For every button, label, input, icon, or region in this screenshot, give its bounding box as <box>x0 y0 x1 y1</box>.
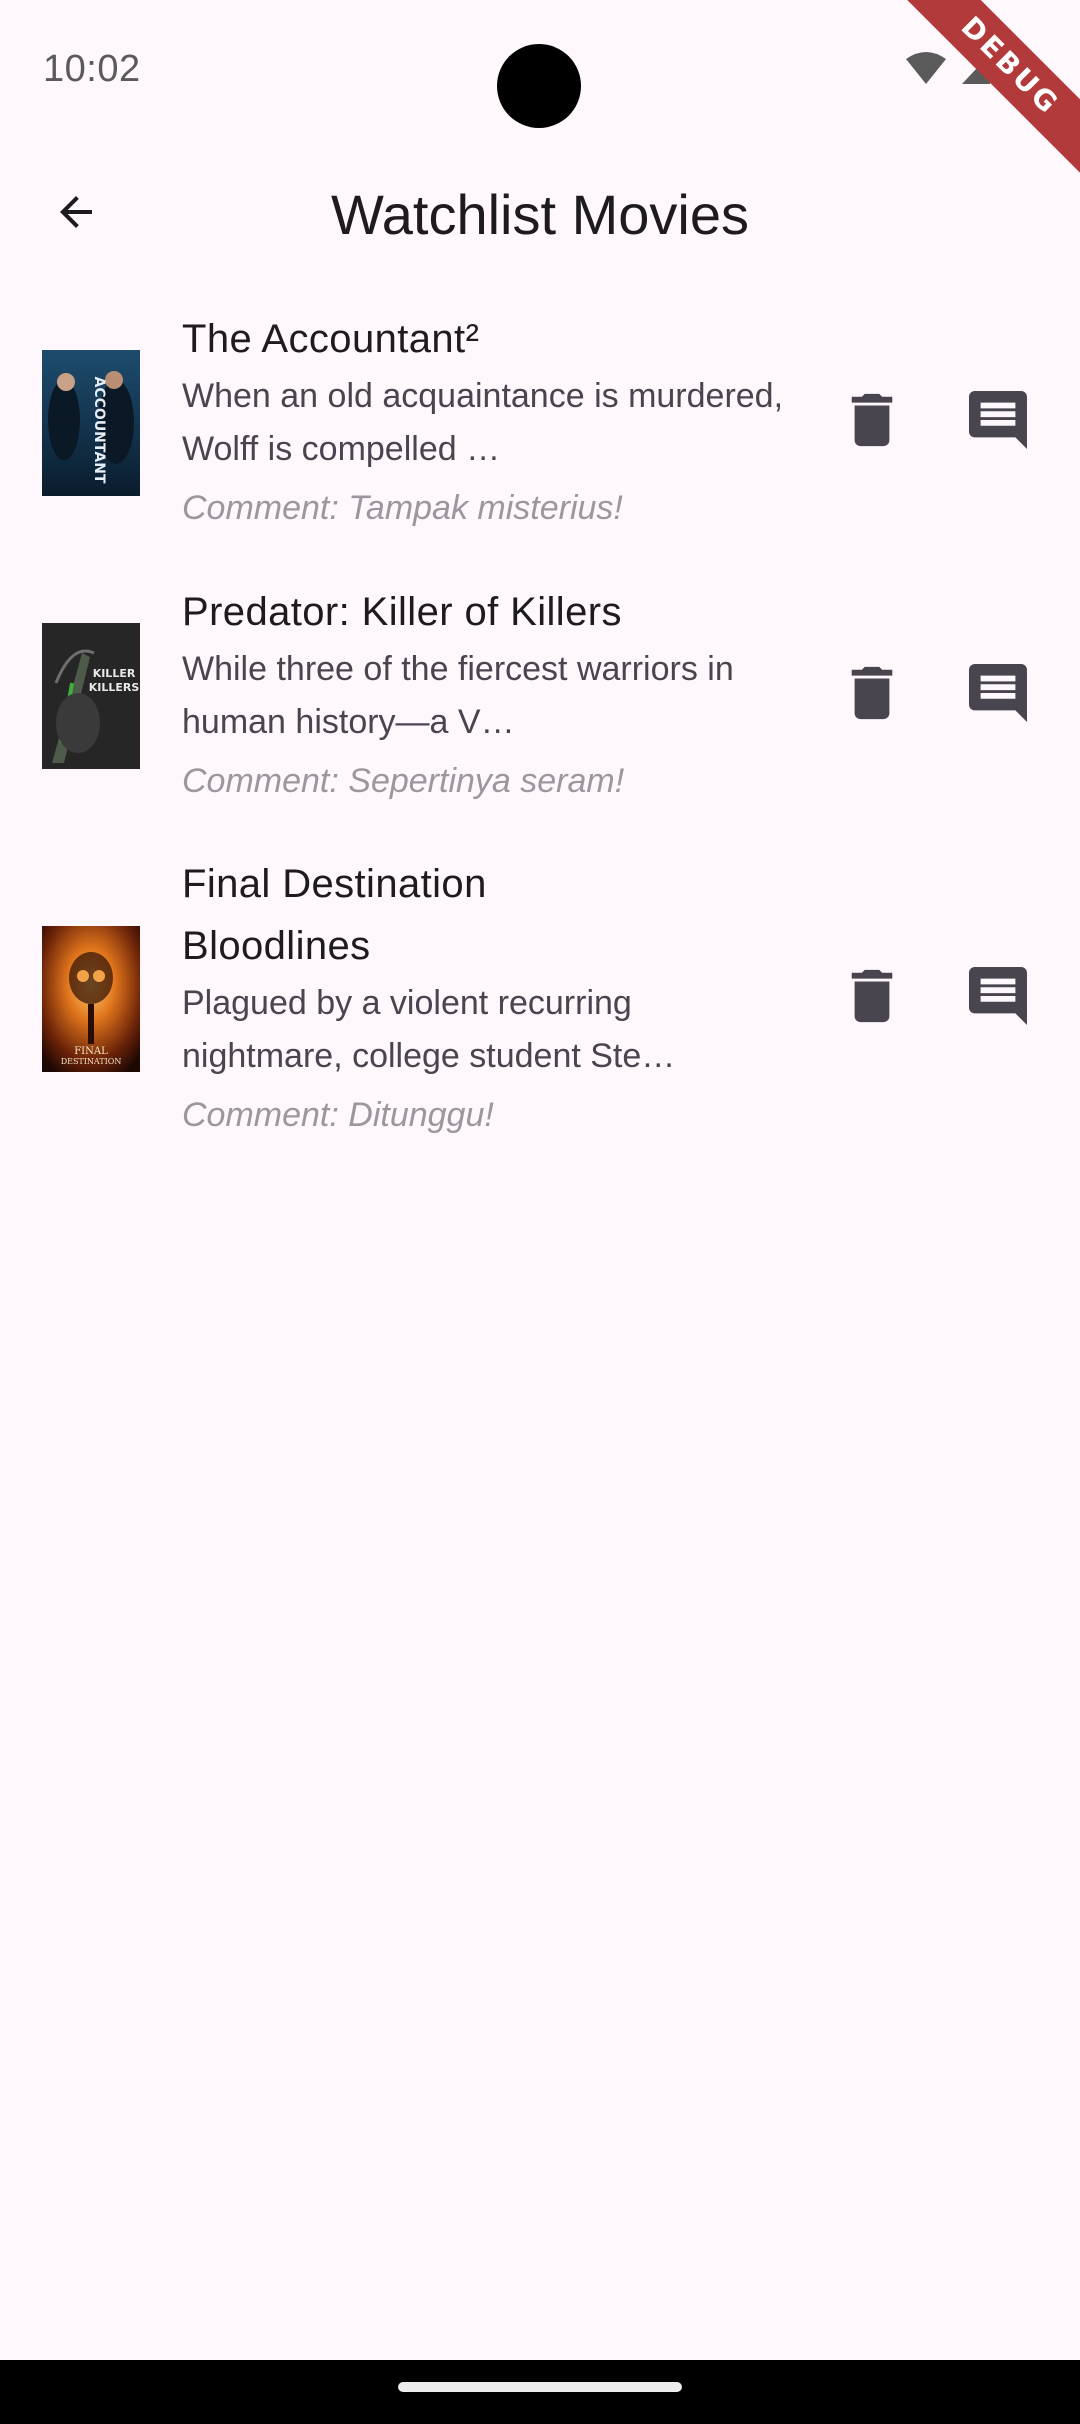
movie-text: Final Destination Bloodlines Plagued by … <box>182 853 792 1145</box>
home-indicator[interactable] <box>398 2382 682 2392</box>
movie-list-item[interactable]: ACCOUNTANT The Accountant² When an old a… <box>0 300 1080 545</box>
movie-actions <box>824 375 1046 471</box>
movie-poster: ACCOUNTANT <box>42 349 140 496</box>
comment-button[interactable] <box>950 951 1046 1047</box>
svg-text:KILLER: KILLER <box>93 667 136 680</box>
movie-title: Predator: Killer of Killers <box>182 589 622 634</box>
svg-text:ACCOUNTANT: ACCOUNTANT <box>91 376 107 483</box>
movie-list: ACCOUNTANT The Accountant² When an old a… <box>0 300 1080 1151</box>
movie-text: The Accountant² When an old acquaintance… <box>182 308 792 538</box>
movie-title: The Accountant² <box>182 316 480 361</box>
delete-button[interactable] <box>824 951 920 1047</box>
comment-icon <box>969 391 1027 454</box>
svg-text:DESTINATION: DESTINATION <box>61 1057 122 1066</box>
delete-button[interactable] <box>824 648 920 744</box>
comment-button[interactable] <box>950 375 1046 471</box>
svg-text:KILLERS: KILLERS <box>89 681 140 694</box>
movie-list-item[interactable]: KILLER KILLERS Predator: Killer of Kille… <box>0 573 1080 818</box>
movie-actions <box>824 951 1046 1047</box>
camera-cutout <box>497 44 581 128</box>
movie-overview: While three of the fiercest warriors in … <box>182 649 734 741</box>
movie-poster: KILLER KILLERS <box>42 622 140 769</box>
system-nav-bar <box>0 2360 1080 2424</box>
movie-title: Final Destination Bloodlines <box>182 861 487 968</box>
movie-comment: Comment: Tampak misterius! <box>182 488 623 527</box>
movie-comment: Comment: Sepertinya seram! <box>182 761 625 800</box>
svg-text:FINAL: FINAL <box>74 1046 108 1057</box>
movie-actions <box>824 648 1046 744</box>
movie-text: Predator: Killer of Killers While three … <box>182 581 792 811</box>
comment-button[interactable] <box>950 648 1046 744</box>
trash-icon <box>848 391 896 454</box>
movie-poster: FINAL DESTINATION <box>42 925 140 1072</box>
status-time: 10:02 <box>43 48 141 90</box>
app-bar: Watchlist Movies <box>0 160 1080 268</box>
screen: 10:02 DEBUG Watchlist Movies ACCOUNTANT … <box>0 0 1080 2424</box>
movie-overview: When an old acquaintance is murdered, Wo… <box>182 376 784 468</box>
trash-icon <box>848 664 896 727</box>
movie-list-item[interactable]: FINAL DESTINATION Final Destination Bloo… <box>0 846 1080 1151</box>
delete-button[interactable] <box>824 375 920 471</box>
movie-comment: Comment: Ditunggu! <box>182 1095 494 1134</box>
movie-overview: Plagued by a violent recurring nightmare… <box>182 983 676 1075</box>
comment-icon <box>969 967 1027 1030</box>
comment-icon <box>969 664 1027 727</box>
trash-icon <box>848 967 896 1030</box>
page-title: Watchlist Movies <box>330 183 749 246</box>
